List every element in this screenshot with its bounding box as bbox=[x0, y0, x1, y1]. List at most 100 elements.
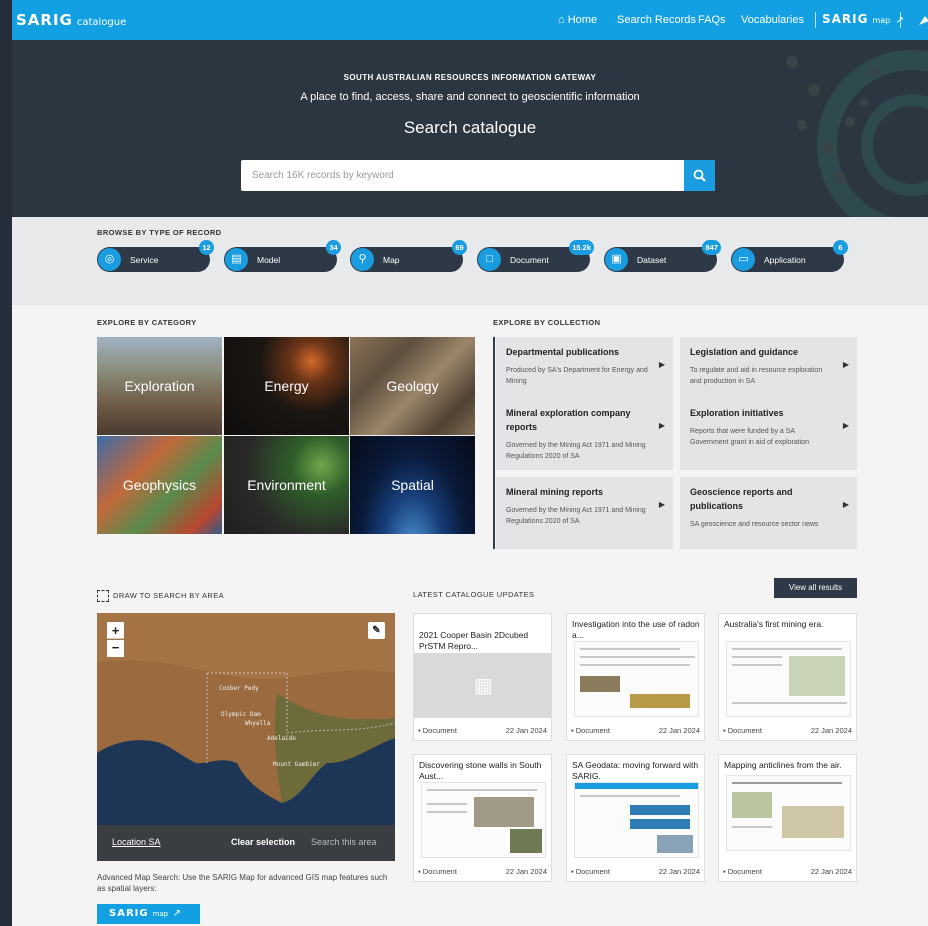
application-icon: ▭ bbox=[732, 248, 755, 271]
model-icon: ▤ bbox=[225, 248, 248, 271]
nav-vocabularies[interactable]: Vocabularies bbox=[741, 14, 804, 26]
card-kind-label: Document bbox=[575, 726, 610, 735]
collection-exploration-initiatives[interactable]: Exploration initiatives Reports that were… bbox=[680, 398, 857, 470]
card-title: Australia's first mining era. bbox=[724, 619, 824, 629]
update-card[interactable]: Australia's first mining era. ▪ Document… bbox=[718, 613, 857, 741]
category-tile-environment[interactable]: Environment bbox=[224, 436, 349, 534]
category-tile-energy[interactable]: Energy bbox=[224, 337, 349, 435]
collection-desc: Governed by the Mining Act 1971 and Mini… bbox=[506, 442, 646, 460]
top-nav: SARIG catalogue ⌂ Home Search Records FAQ… bbox=[12, 0, 928, 40]
type-count: 847 bbox=[702, 240, 721, 255]
chevron-right-icon: ▶ bbox=[842, 421, 849, 431]
card-date: 22 Jan 2024 bbox=[810, 867, 852, 876]
update-card[interactable]: SA Geodata: moving forward with SARIG. ▪… bbox=[566, 754, 705, 882]
card-date: 22 Jan 2024 bbox=[658, 867, 700, 876]
type-count: 34 bbox=[326, 240, 341, 255]
card-kind: ▪ Document bbox=[723, 867, 762, 876]
search-button[interactable] bbox=[684, 160, 715, 191]
zoom-out-button[interactable]: − bbox=[107, 640, 124, 657]
card-kind: ▪ Document bbox=[418, 867, 457, 876]
card-footer: ▪ Document 22 Jan 2024 bbox=[414, 722, 551, 740]
draw-pencil-button[interactable]: ✎ bbox=[368, 622, 385, 639]
type-label: Application bbox=[764, 255, 806, 265]
category-tile-geology[interactable]: Geology bbox=[350, 337, 475, 435]
card-footer: ▪ Document 22 Jan 2024 bbox=[719, 722, 856, 740]
document-icon: □ bbox=[478, 248, 501, 271]
update-card[interactable]: Mapping anticlines from the air. ▪ Docum… bbox=[718, 754, 857, 882]
card-thumbnail bbox=[726, 641, 851, 717]
location-sa-link[interactable]: Location SA bbox=[112, 837, 161, 847]
type-count: 12 bbox=[199, 240, 214, 255]
card-kind: ▪ Document bbox=[571, 726, 610, 735]
map-view[interactable]: Coober Pedy Olympic Dam Whyalla Adelaide… bbox=[97, 613, 395, 861]
zoom-in-button[interactable]: + bbox=[107, 622, 124, 639]
update-card[interactable]: Investigation into the use of radon a...… bbox=[566, 613, 705, 741]
card-kind-label: Document bbox=[727, 867, 762, 876]
hero: SOUTH AUSTRALIAN RESOURCES INFORMATION G… bbox=[12, 40, 928, 217]
nav-home-label: Home bbox=[567, 14, 598, 26]
map-place-olympic-dam: Olympic Dam bbox=[221, 711, 261, 718]
brand-name: SARIG bbox=[16, 11, 73, 29]
map-place-coober-pedy: Coober Pedy bbox=[219, 685, 259, 692]
search-this-area-button[interactable]: Search this area bbox=[311, 837, 377, 847]
hero-tagline: A place to find, access, share and conne… bbox=[300, 91, 640, 103]
browse-label: BROWSE BY TYPE OF RECORD bbox=[97, 228, 222, 237]
card-kind-label: Document bbox=[422, 867, 457, 876]
collection-desc: To regulate and aid in resource explorat… bbox=[690, 367, 823, 385]
draw-rectangle-icon bbox=[97, 590, 109, 602]
home-icon: ⌂ bbox=[558, 14, 565, 26]
external-link-icon: ↗ bbox=[172, 908, 183, 919]
draw-area-label: DRAW TO SEARCH BY AREA bbox=[97, 590, 224, 602]
type-pill-document[interactable]: □ Document 15.2k bbox=[477, 240, 594, 272]
collection-mineral-mining[interactable]: Mineral mining reports Governed by the Mi… bbox=[496, 477, 673, 549]
card-footer: ▪ Document 22 Jan 2024 bbox=[414, 863, 551, 881]
chevron-right-icon: ▶ bbox=[658, 421, 665, 431]
page-title: Search catalogue bbox=[403, 118, 537, 137]
advanced-map-search-text: Advanced Map Search: Use the SARIG Map f… bbox=[97, 873, 388, 893]
nav-faqs[interactable]: FAQs bbox=[698, 14, 726, 26]
category-label: EXPLORE BY CATEGORY bbox=[97, 318, 197, 327]
sarig-map-btn-name: SARIG bbox=[109, 908, 149, 919]
brand-sub: catalogue bbox=[76, 17, 127, 28]
nav-divider bbox=[815, 12, 816, 28]
type-count: 69 bbox=[452, 240, 467, 255]
card-thumbnail bbox=[726, 775, 851, 851]
search-input[interactable]: Search 16K records by keyword bbox=[252, 170, 394, 181]
card-footer: ▪ Document 22 Jan 2024 bbox=[567, 863, 704, 881]
sarig-map-sub: map bbox=[872, 16, 891, 25]
collection-desc: Governed by the Mining Act 1971 and Mini… bbox=[506, 507, 646, 525]
search-box: Search 16K records by keyword bbox=[241, 160, 715, 191]
type-pill-model[interactable]: ▤ Model 34 bbox=[224, 240, 341, 272]
type-pill-application[interactable]: ▭ Application 6 bbox=[731, 240, 848, 272]
map-action-bar: Location SA Clear selection Search this … bbox=[97, 825, 395, 861]
category-tile-spatial[interactable]: Spatial bbox=[350, 436, 475, 534]
collection-mineral-exploration[interactable]: Mineral exploration company reports Gover… bbox=[496, 398, 673, 470]
update-card[interactable]: 2021 Cooper Basin 2Dcubed PrSTM Repro...… bbox=[413, 613, 552, 741]
user-icon[interactable] bbox=[917, 13, 928, 27]
type-pill-map[interactable]: ⚲ Map 69 bbox=[350, 240, 467, 272]
type-label: Model bbox=[257, 255, 281, 265]
nav-sarig-map-link[interactable]: SARIGmap ↗ bbox=[822, 12, 905, 26]
category-tile-exploration[interactable]: Exploration bbox=[97, 337, 222, 435]
search-icon bbox=[693, 169, 706, 182]
sarig-map-button[interactable]: SARIG map ↗ bbox=[97, 904, 200, 924]
collection-title: Legislation and guidance bbox=[690, 347, 799, 357]
nav-search-records[interactable]: Search Records bbox=[617, 14, 696, 26]
clear-selection-button[interactable]: Clear selection bbox=[231, 837, 295, 847]
category-tile-geophysics[interactable]: Geophysics bbox=[97, 436, 222, 534]
pencil-icon: ✎ bbox=[372, 625, 381, 636]
type-pill-dataset[interactable]: ▣ Dataset 847 bbox=[604, 240, 721, 272]
update-card[interactable]: Discovering stone walls in South Aust...… bbox=[413, 754, 552, 882]
chevron-right-icon: ▶ bbox=[658, 360, 665, 370]
card-date: 22 Jan 2024 bbox=[658, 726, 700, 735]
collection-title: Geoscience reports and publications bbox=[690, 487, 793, 511]
card-date: 22 Jan 2024 bbox=[810, 726, 852, 735]
type-pill-service[interactable]: ◎ Service 12 bbox=[97, 240, 214, 272]
sarig-catalogue-logo[interactable]: SARIG catalogue bbox=[16, 11, 126, 29]
updates-label: LATEST CATALOGUE UPDATES bbox=[413, 590, 535, 599]
card-kind-label: Document bbox=[727, 726, 762, 735]
view-all-results-button[interactable]: View all results bbox=[774, 578, 857, 598]
nav-home[interactable]: ⌂ Home bbox=[558, 14, 597, 26]
collection-geoscience-reports[interactable]: Geoscience reports and publications SA ge… bbox=[680, 477, 857, 549]
chevron-right-icon: ▶ bbox=[842, 360, 849, 370]
